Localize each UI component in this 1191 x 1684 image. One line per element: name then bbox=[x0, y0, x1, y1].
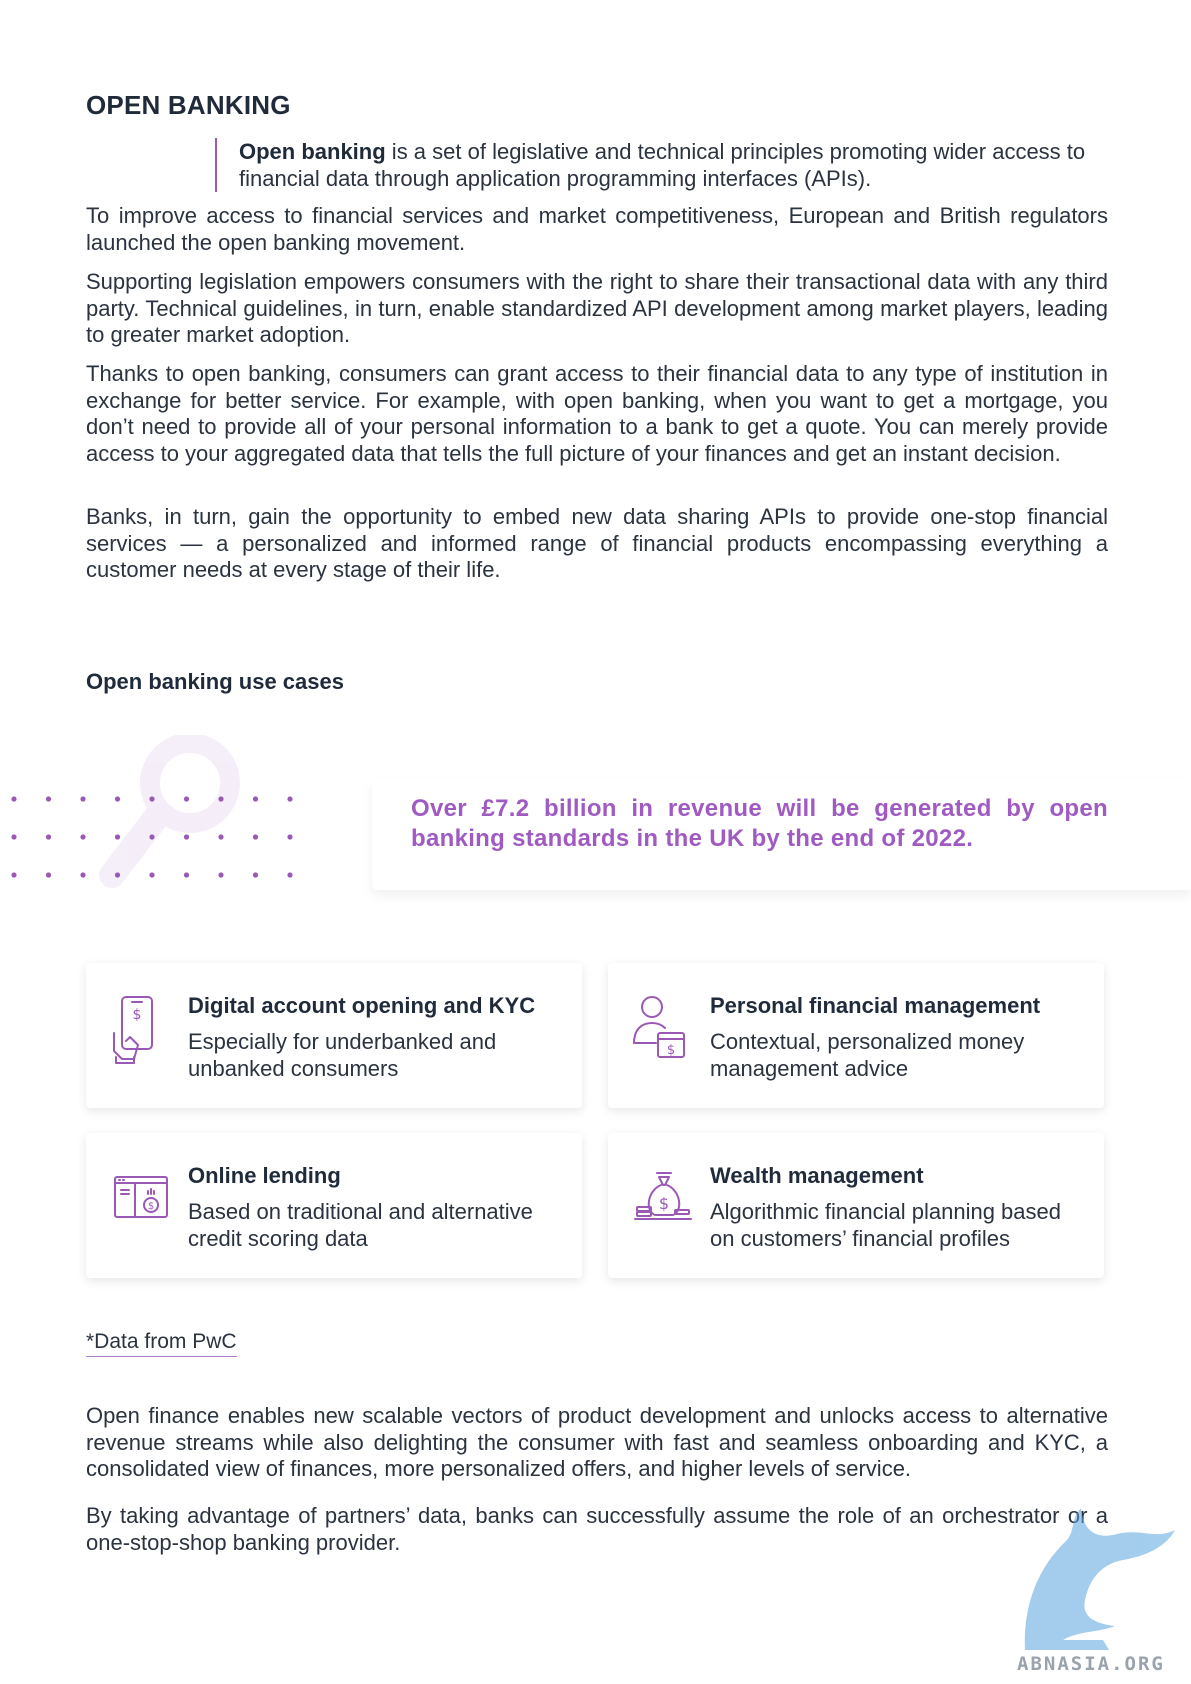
watermark-text: ABNASIA.ORG bbox=[1017, 1653, 1165, 1675]
decoration-dot bbox=[45, 872, 52, 878]
decoration-dot bbox=[218, 796, 224, 802]
intro-paragraph-2: Supporting legislation empowers consumer… bbox=[86, 269, 1108, 347]
card-title-pfm: Personal financial management bbox=[710, 993, 1041, 1018]
decoration-dot bbox=[252, 834, 259, 840]
intro-paragraph-3: Thanks to open banking, consumers can gr… bbox=[86, 361, 1108, 466]
closing-paragraph-2: By taking advantage of partners’ data, b… bbox=[86, 1503, 1108, 1555]
card-title-kyc: Digital account opening and KYC bbox=[188, 993, 536, 1018]
card-desc-wealth: Algorithmic financial planning based on … bbox=[710, 1199, 1061, 1251]
intro-paragraph-1: To improve access to financial services … bbox=[86, 203, 1108, 255]
decoration-dot bbox=[11, 872, 17, 878]
decoration-dot bbox=[287, 872, 293, 878]
card-desc-lending: Based on traditional and alternative cre… bbox=[188, 1199, 533, 1251]
card-desc-pfm: Contextual, personalized money managemen… bbox=[710, 1029, 1025, 1081]
decoration-dot bbox=[114, 872, 121, 878]
card-title-lending: Online lending bbox=[188, 1163, 341, 1188]
decoration-dot bbox=[287, 796, 293, 802]
use-case-card-kyc: $ Digital account opening and KYC Especi… bbox=[86, 963, 582, 1108]
use-case-card-wealth: $ Wealth management Algorithmic financia… bbox=[608, 1133, 1104, 1278]
decoration-dot bbox=[183, 872, 190, 878]
use-case-card-lending: $ Online lending Based on traditional an… bbox=[86, 1133, 582, 1278]
decoration-dot bbox=[45, 796, 52, 802]
intro-paragraph-4: Banks, in turn, gain the opportunity to … bbox=[86, 504, 1108, 582]
stat-callout-text: Over £7.2 billion in revenue will be gen… bbox=[411, 795, 1108, 852]
card-desc-kyc: Especially for underbanked and unbanked … bbox=[188, 1029, 497, 1081]
money-bag-icon: $ bbox=[634, 1172, 692, 1220]
decoration-dot bbox=[11, 834, 17, 840]
watermark: ABNASIA.ORG bbox=[1005, 1500, 1191, 1684]
browser-money-icon: $ bbox=[114, 1176, 168, 1218]
decoration-dot bbox=[252, 872, 259, 878]
svg-text:$: $ bbox=[133, 1007, 142, 1023]
use-case-card-pfm: $ Personal financial management Contextu… bbox=[608, 963, 1104, 1108]
griffin-logo-icon bbox=[1024, 1508, 1175, 1650]
decoration-dot bbox=[218, 872, 224, 878]
mobile-payment-icon: $ bbox=[113, 996, 153, 1064]
decoration-dot bbox=[149, 834, 155, 840]
decoration-dot bbox=[218, 834, 224, 840]
document-page: OPEN BANKING Open banking is a set of le… bbox=[0, 0, 1191, 1684]
definition-term: Open banking bbox=[239, 139, 386, 164]
decoration-dot bbox=[183, 834, 190, 840]
page-title: OPEN BANKING bbox=[86, 90, 291, 120]
definition-quote: Open banking is a set of legislative and… bbox=[215, 138, 1132, 192]
decoration-dot bbox=[45, 834, 52, 840]
decoration-dot bbox=[80, 872, 86, 878]
decoration-dot bbox=[80, 834, 86, 840]
decoration-dot bbox=[149, 872, 155, 878]
decoration-dot bbox=[11, 796, 17, 802]
magnifier-dots-decoration-icon bbox=[11, 735, 293, 888]
decoration-dot bbox=[149, 796, 155, 802]
svg-text:$: $ bbox=[148, 1201, 154, 1212]
decoration-dot bbox=[80, 796, 86, 802]
card-title-wealth: Wealth management bbox=[710, 1163, 924, 1188]
decoration-dot bbox=[114, 834, 121, 840]
decoration-dot bbox=[287, 834, 293, 840]
decoration-dot bbox=[114, 796, 121, 802]
decoration-dot bbox=[183, 796, 190, 802]
use-cases-heading: Open banking use cases bbox=[86, 669, 344, 694]
person-wallet-icon: $ bbox=[633, 996, 685, 1058]
closing-paragraph-1: Open finance enables new scalable vector… bbox=[86, 1403, 1108, 1481]
source-note-link[interactable]: *Data from PwC bbox=[86, 1330, 237, 1357]
svg-text:$: $ bbox=[667, 1043, 675, 1058]
svg-text:$: $ bbox=[659, 1194, 669, 1213]
decoration-dot bbox=[252, 796, 259, 802]
